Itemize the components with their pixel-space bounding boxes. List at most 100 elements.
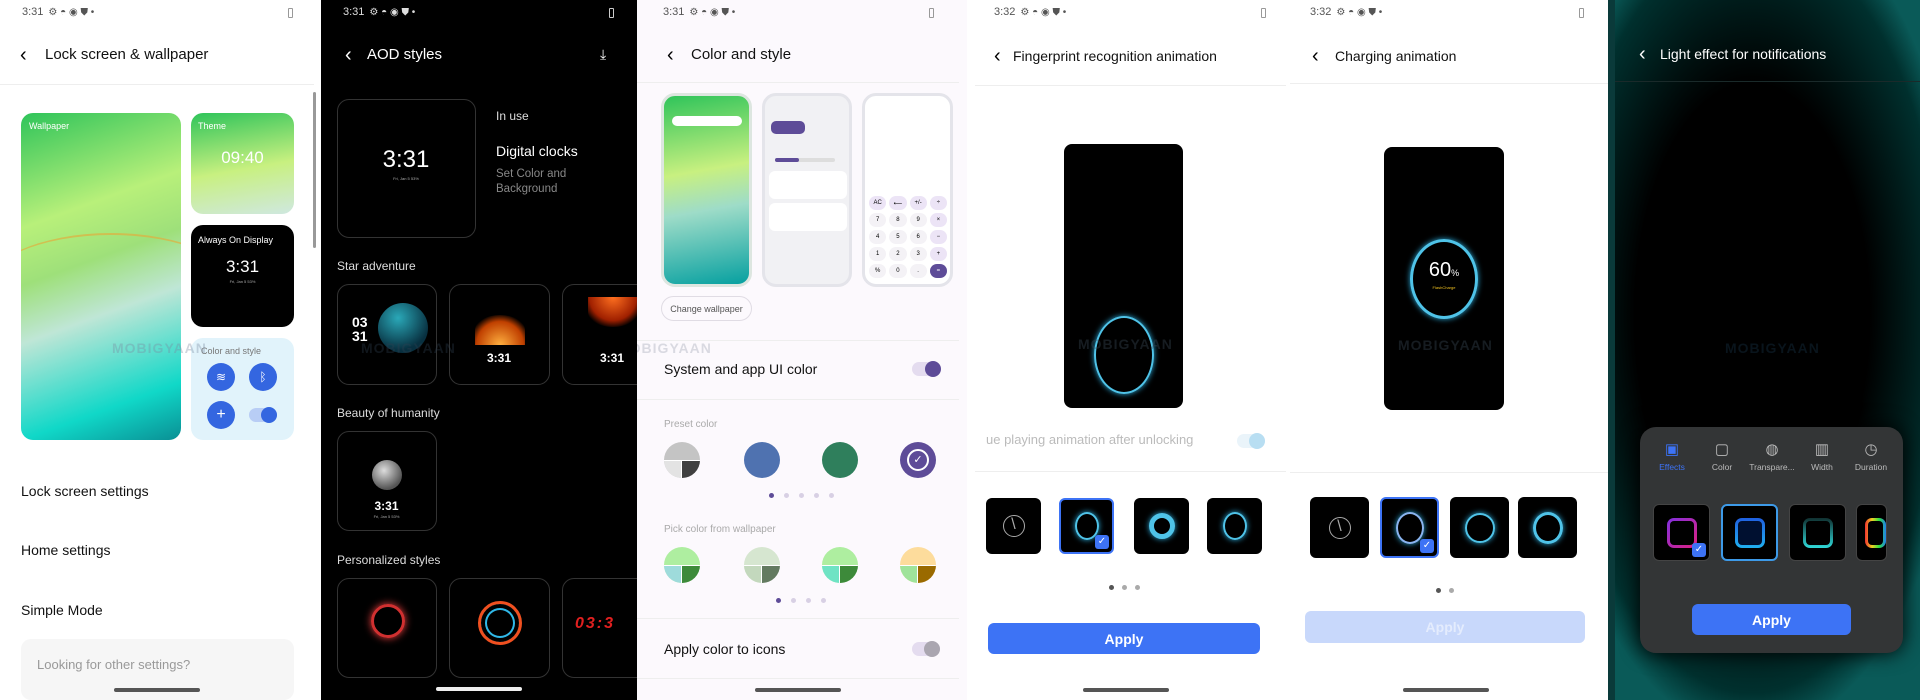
- aod-style-card[interactable]: 3:31: [562, 284, 637, 385]
- page-title: Fingerprint recognition animation: [1013, 48, 1217, 64]
- divider: [637, 340, 959, 341]
- tab-transpare[interactable]: ◍ Transpare...: [1744, 441, 1800, 472]
- calc-key: 6: [909, 230, 927, 244]
- theme-card[interactable]: Theme 09:40: [191, 113, 294, 214]
- animation-option[interactable]: \: [1310, 497, 1369, 558]
- wallpaper-page-dots[interactable]: [776, 598, 826, 603]
- color-swatch[interactable]: [744, 547, 780, 583]
- page-title: Light effect for notifications: [1660, 46, 1827, 62]
- animation-option[interactable]: [1518, 497, 1577, 558]
- tab-color[interactable]: ▢ Color: [1694, 441, 1750, 472]
- calc-key: .: [909, 264, 927, 278]
- current-aod-card[interactable]: 3:31 Fri, Jan 5 53%: [337, 99, 476, 238]
- apply-label: Apply: [1752, 611, 1791, 628]
- apply-button[interactable]: Apply: [988, 623, 1260, 654]
- status-icons: ⚙ ◓ ◉ ⛊ •: [689, 6, 736, 18]
- card-clock: 03:3: [575, 615, 616, 632]
- divider: [1290, 472, 1608, 473]
- animation-option[interactable]: \: [986, 498, 1041, 554]
- wallpaper-card[interactable]: Wallpaper: [21, 113, 181, 440]
- lock-screen-settings[interactable]: Lock screen settings: [21, 483, 149, 499]
- color-swatch[interactable]: [822, 547, 858, 583]
- home-preview[interactable]: [661, 93, 752, 287]
- color-swatch[interactable]: ✓: [900, 442, 936, 478]
- check-icon: ✓: [1420, 539, 1434, 553]
- back-button[interactable]: ‹: [1639, 44, 1646, 64]
- in-use-label: In use: [496, 109, 529, 123]
- page-dots[interactable]: [1436, 588, 1454, 593]
- light-frame-icon: [1735, 518, 1765, 548]
- watermark: MOBIGYAAN: [1078, 336, 1173, 352]
- apply-color-icons-toggle[interactable]: [912, 641, 940, 657]
- light-effect-option[interactable]: [1789, 504, 1846, 561]
- aod-style-card[interactable]: 03:3: [562, 578, 637, 678]
- divider: [637, 678, 959, 679]
- scrollbar[interactable]: [313, 92, 316, 248]
- color-swatch[interactable]: [744, 442, 780, 478]
- calc-key: 7: [869, 213, 887, 227]
- apply-color-icons-label: Apply color to icons: [664, 641, 786, 657]
- swatch-quadrant: [822, 565, 840, 583]
- color-swatch[interactable]: [822, 442, 858, 478]
- aod-style-card[interactable]: 03 31: [337, 284, 437, 385]
- tab-label: Duration: [1854, 462, 1888, 472]
- change-wallpaper-button[interactable]: Change wallpaper: [661, 296, 752, 321]
- bluetooth-icon: ᛒ: [249, 363, 277, 391]
- color-swatch[interactable]: [664, 442, 700, 478]
- back-button[interactable]: ‹: [1312, 46, 1319, 66]
- status-icons: ⚙ ◓ ◉ ⛊ •: [1020, 6, 1067, 18]
- aod-card[interactable]: Always On Display 3:31 Fri, Jan 5 53%: [191, 225, 294, 327]
- aod-style-card[interactable]: 3:31 Fri, Jan 5 53%: [337, 431, 437, 531]
- tab-width[interactable]: ▥ Width: [1794, 441, 1850, 472]
- style-name: Digital clocks: [496, 143, 578, 159]
- aod-style-card[interactable]: 3:31: [449, 284, 550, 385]
- tab-effects[interactable]: ▣ Effects: [1644, 441, 1700, 472]
- battery-icon: [1579, 8, 1584, 18]
- download-icon[interactable]: ⤓: [600, 46, 606, 63]
- apply-button[interactable]: Apply: [1692, 604, 1851, 635]
- home-indicator[interactable]: [1403, 688, 1489, 692]
- battery-icon: [288, 8, 293, 18]
- light-frame-icon: [1803, 518, 1833, 548]
- preset-page-dots[interactable]: [769, 493, 834, 498]
- divider: [637, 82, 959, 83]
- set-color-link[interactable]: Set Color and Background: [496, 167, 586, 197]
- continue-animation-toggle[interactable]: [1237, 433, 1265, 449]
- status-bar: 3:31 ⚙ ◓ ◉ ⛊ •: [22, 6, 94, 18]
- panel-aod-styles: 3:31 ⚙ ◓ ◉ ⛊ • ‹ AOD styles ⤓ 3:31 Fri, J…: [321, 0, 637, 700]
- quick-settings-preview[interactable]: [762, 93, 852, 287]
- home-indicator[interactable]: [114, 688, 200, 692]
- color-swatch[interactable]: [900, 547, 936, 583]
- back-button[interactable]: ‹: [667, 45, 674, 65]
- home-settings[interactable]: Home settings: [21, 542, 110, 558]
- back-button[interactable]: ‹: [994, 46, 1001, 66]
- light-effect-option[interactable]: ✓: [1653, 504, 1710, 561]
- page-title: AOD styles: [367, 46, 443, 63]
- aod-style-card[interactable]: [337, 578, 437, 678]
- light-effect-option[interactable]: [1721, 504, 1778, 561]
- calculator-preview[interactable]: AC ⟵ +/- ÷ 7 8 9 × 4 5 6− 1 2 3 +% 0. =: [862, 93, 953, 287]
- system-ui-color-toggle[interactable]: [912, 361, 941, 377]
- page-title: Lock screen & wallpaper: [45, 46, 209, 63]
- calc-key: %: [869, 264, 887, 278]
- animation-option[interactable]: ✓: [1380, 497, 1439, 558]
- color-swatch[interactable]: [664, 547, 700, 583]
- page-dots[interactable]: [1109, 585, 1140, 590]
- animation-option[interactable]: [1207, 498, 1262, 554]
- animation-option[interactable]: ✓: [1059, 498, 1114, 554]
- aod-style-card[interactable]: [449, 578, 550, 678]
- light-effect-option[interactable]: [1856, 504, 1887, 561]
- swatch-quadrant: [682, 565, 700, 583]
- back-button[interactable]: ‹: [20, 45, 27, 65]
- home-indicator[interactable]: [436, 687, 522, 691]
- back-button[interactable]: ‹: [345, 45, 352, 65]
- swatch-quadrant: [900, 565, 918, 583]
- animation-option[interactable]: [1450, 497, 1509, 558]
- home-indicator[interactable]: [755, 688, 841, 692]
- tab-duration[interactable]: ◷ Duration: [1843, 441, 1899, 472]
- light-effect-sheet: ▣ Effects ▢ Color ◍ Transpare... ▥ Width ◷ Durati…: [1640, 427, 1903, 653]
- animation-option[interactable]: [1134, 498, 1189, 554]
- simple-mode[interactable]: Simple Mode: [21, 602, 103, 618]
- apply-button[interactable]: Apply: [1305, 611, 1585, 643]
- home-indicator[interactable]: [1083, 688, 1169, 692]
